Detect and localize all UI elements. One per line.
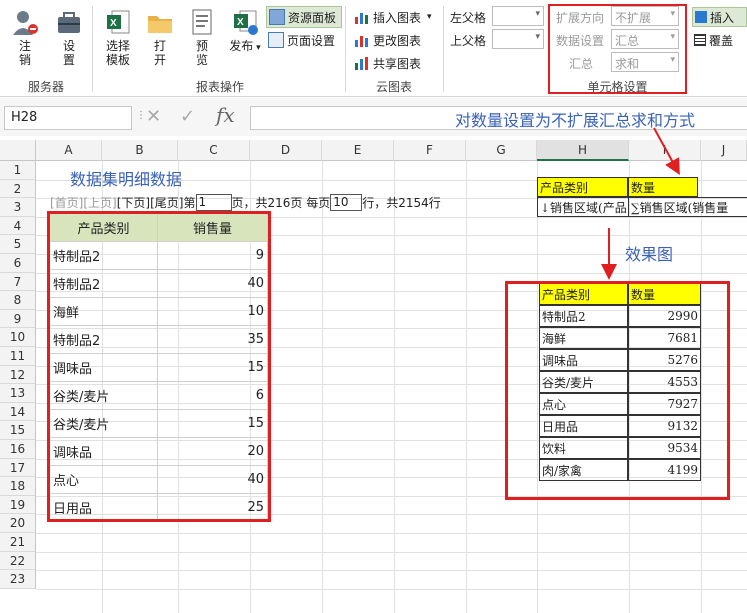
- annotation-arrows: [601, 127, 680, 280]
- arrow-to-template: [653, 127, 680, 176]
